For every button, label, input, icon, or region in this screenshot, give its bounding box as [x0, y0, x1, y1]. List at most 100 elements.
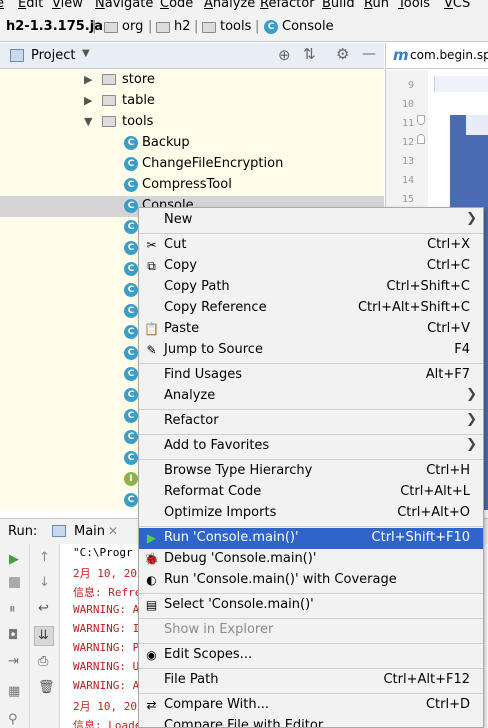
menu-item-browse-type-hierarchy[interactable]: Browse Type Hierarchy Ctrl+H	[139, 461, 483, 482]
editor-tab-label: com.begin.sp	[410, 48, 488, 62]
minimize-icon[interactable]: —	[362, 46, 376, 62]
stop-icon[interactable]	[9, 577, 20, 588]
line-number: 12	[401, 137, 414, 148]
menu-item-add-to-favorites[interactable]: Add to Favorites ❯	[139, 436, 483, 457]
chevron-right-icon: ❯	[466, 387, 477, 402]
tree-item-label: store	[122, 72, 155, 87]
breadcrumb-org[interactable]: org	[122, 19, 143, 34]
menu-item-copy-path[interactable]: Copy Path Ctrl+Shift+C	[139, 277, 483, 298]
run-panel-label: Run:	[8, 524, 38, 539]
folder-icon	[102, 116, 116, 127]
menu-item-edit-scopes[interactable]: ◉ Edit Scopes...	[139, 645, 483, 666]
menu-item-label: Run 'Console.main()' with Coverage	[164, 572, 397, 587]
class-icon: C	[124, 304, 138, 318]
menu-run[interactable]: Run	[364, 0, 389, 11]
menu-item-jump-to-source[interactable]: ✎ Jump to Source F4	[139, 340, 483, 361]
menu-separator	[139, 618, 483, 619]
arrow-up-icon[interactable]: ↑	[39, 550, 50, 565]
menu-item-cut[interactable]: ✂ Cut Ctrl+X	[139, 235, 483, 256]
fold-marker-icon[interactable]	[417, 115, 425, 125]
pause-icon[interactable]: ⏸	[9, 602, 16, 617]
folder-icon	[102, 95, 116, 106]
menu-item-compare-file-with-editor[interactable]: Compare File with Editor	[139, 716, 483, 727]
menu-separator	[139, 233, 483, 234]
menu-tools[interactable]: Tools	[398, 0, 430, 11]
console-line: 信息: Refre	[73, 586, 142, 599]
rerun-icon[interactable]: ▶	[9, 552, 19, 567]
print-icon[interactable]: ⎙	[38, 654, 48, 669]
pin-icon[interactable]: ⚲	[8, 712, 18, 727]
project-panel-header: Project ▼ ⊕ ⇅ ⚙ —	[0, 43, 384, 69]
menu-item-label: Paste	[164, 321, 200, 336]
menu-item-label: Select 'Console.main()'	[164, 597, 314, 612]
menu-vcs[interactable]: VCS	[444, 0, 470, 11]
scroll-to-end-icon: ⇊	[38, 628, 49, 643]
gear-icon[interactable]: ⚙	[336, 45, 349, 63]
menu-item-copy-reference[interactable]: Copy Reference Ctrl+Alt+Shift+C	[139, 298, 483, 319]
chevron-down-icon[interactable]: ▼	[84, 115, 92, 128]
breadcrumb-console[interactable]: Console	[282, 19, 334, 34]
menu-item-shortcut: Ctrl+Alt+O	[397, 505, 470, 520]
layout-icon[interactable]: ▦	[8, 684, 20, 699]
menu-navigate[interactable]: Navigate	[95, 0, 153, 11]
menu-edit[interactable]: Edit	[18, 0, 43, 11]
class-icon: C	[124, 262, 138, 276]
menu-separator	[139, 459, 483, 460]
arrow-down-icon[interactable]: ↓	[39, 575, 50, 590]
class-icon: C	[124, 325, 138, 339]
menu-item-paste[interactable]: 📋 Paste Ctrl+V	[139, 319, 483, 340]
folder-icon	[102, 74, 116, 85]
select-icon: ▤	[145, 598, 158, 612]
locate-icon[interactable]: ⊕	[278, 46, 291, 64]
menu-analyze[interactable]: Analyze	[204, 0, 255, 11]
run-tab-main[interactable]: Main	[74, 524, 105, 539]
soft-wrap-icon[interactable]: ↩	[38, 601, 49, 616]
menu-item-copy[interactable]: ⧉ Copy Ctrl+C	[139, 256, 483, 277]
camera-icon[interactable]: ◘	[8, 628, 18, 643]
chevron-right-icon[interactable]: ▶	[84, 94, 92, 107]
menu-view[interactable]: View	[52, 0, 83, 11]
chevron-down-icon[interactable]: ▼	[82, 48, 90, 59]
menu-item-show-in-explorer: Show in Explorer	[139, 620, 483, 641]
login-icon[interactable]: ⇥	[8, 654, 19, 669]
chevron-right-icon[interactable]: ▶	[84, 73, 92, 86]
menu-item-select-console-main[interactable]: ▤ Select 'Console.main()'	[139, 595, 483, 616]
menu-separator	[139, 593, 483, 594]
breadcrumb-h2[interactable]: h2	[174, 19, 191, 34]
console-line: 2月 10, 202	[73, 700, 144, 713]
menu-item-optimize-imports[interactable]: Optimize Imports Ctrl+Alt+O	[139, 503, 483, 524]
close-icon[interactable]: ✕	[108, 524, 118, 538]
editor-tab[interactable]: m com.begin.sp	[385, 43, 488, 69]
menu-file[interactable]: e	[0, 0, 4, 11]
menu-item-new[interactable]: New ❯	[139, 210, 483, 231]
menu-item-run-console-main[interactable]: ▶ Run 'Console.main()' Ctrl+Shift+F10	[139, 528, 483, 549]
menu-separator	[139, 643, 483, 644]
console-line: 信息: Loade	[73, 719, 142, 728]
menu-item-label: Add to Favorites	[164, 438, 270, 453]
menu-item-compare-with[interactable]: ⇄ Compare With... Ctrl+D	[139, 695, 483, 716]
line-number: 11	[401, 118, 414, 129]
menu-item-refactor[interactable]: Refactor ❯	[139, 411, 483, 432]
class-icon: C	[124, 136, 138, 150]
class-icon: C	[124, 157, 138, 171]
menu-item-shortcut: Ctrl+C	[426, 258, 470, 273]
breadcrumb-tools[interactable]: tools	[220, 19, 251, 34]
menu-code[interactable]: Code	[160, 0, 193, 11]
menu-item-file-path[interactable]: File Path Ctrl+Alt+F12	[139, 670, 483, 691]
menu-item-reformat-code[interactable]: Reformat Code Ctrl+Alt+L	[139, 482, 483, 503]
trash-icon[interactable]: 🗑	[38, 680, 55, 695]
menu-item-run-console-main-with-coverage[interactable]: ◐ Run 'Console.main()' with Coverage	[139, 570, 483, 591]
menu-item-debug-console-main[interactable]: 🐞 Debug 'Console.main()'	[139, 549, 483, 570]
fold-marker-icon[interactable]	[417, 134, 425, 144]
menu-item-label: Cut	[164, 237, 187, 252]
menu-build[interactable]: Build	[322, 0, 355, 11]
menu-item-analyze[interactable]: Analyze ❯	[139, 386, 483, 407]
menu-item-shortcut: Ctrl+H	[426, 463, 470, 478]
menu-refactor[interactable]: Refactor	[260, 0, 315, 11]
project-panel-title[interactable]: Project	[31, 48, 75, 63]
chevron-right-icon: ❯	[466, 412, 477, 427]
menu-item-find-usages[interactable]: Find Usages Alt+F7	[139, 365, 483, 386]
application-icon	[52, 525, 66, 537]
project-icon	[10, 49, 24, 62]
console-line: "C:\Progr	[73, 546, 133, 559]
